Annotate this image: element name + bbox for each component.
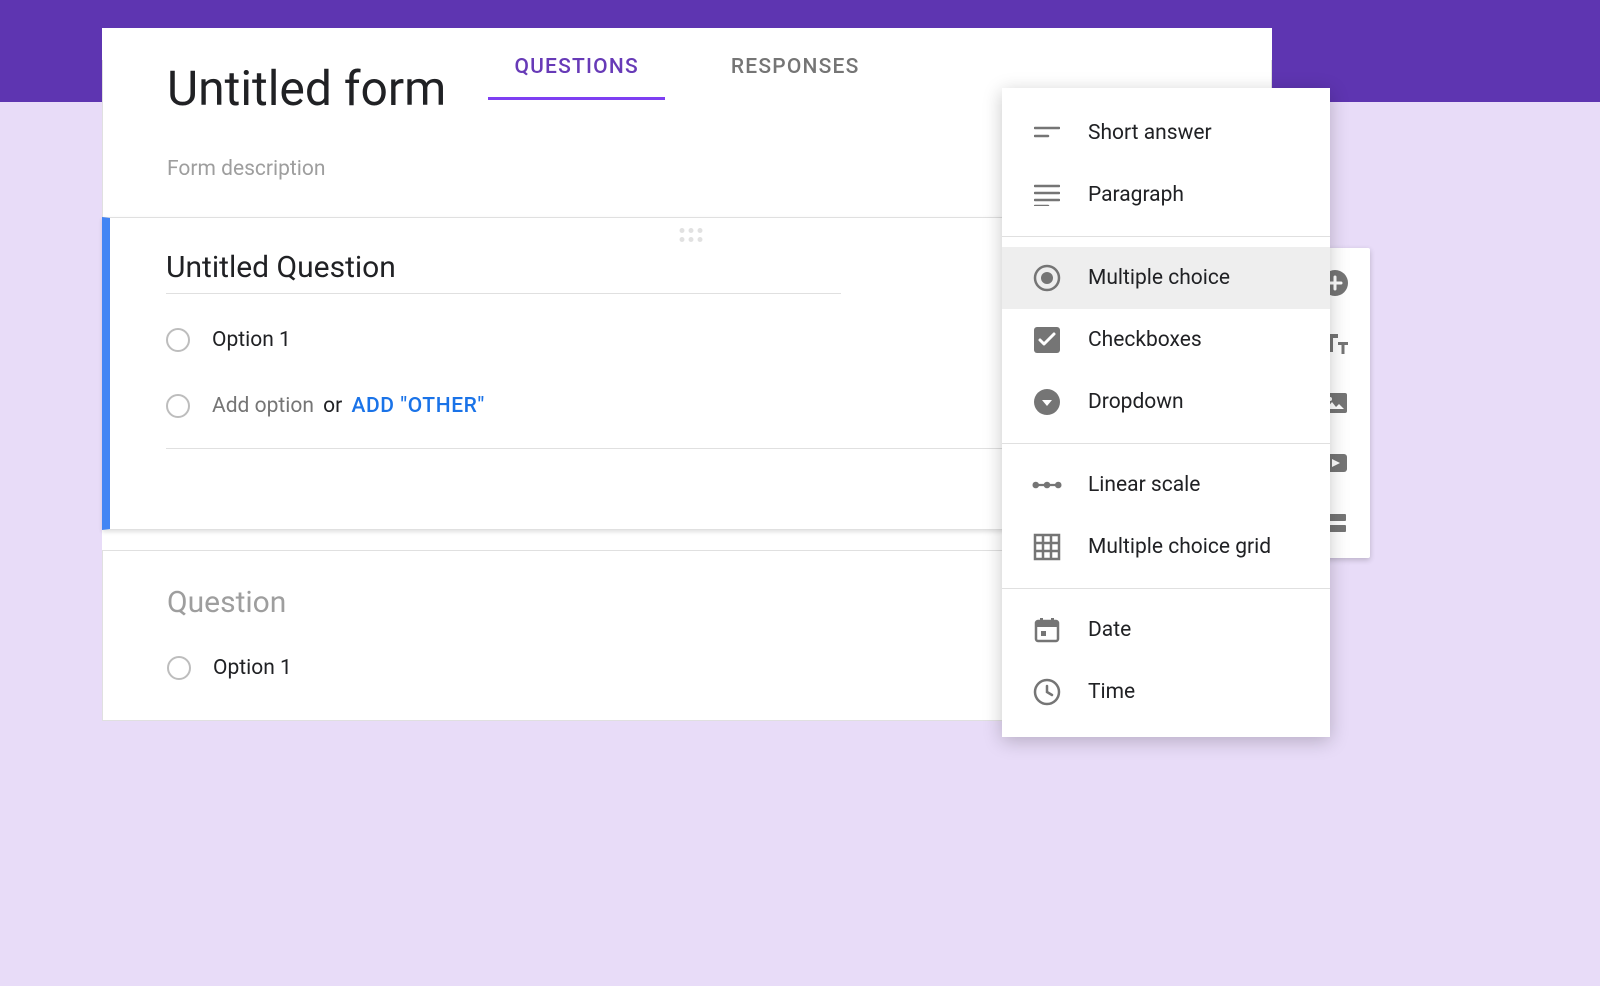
type-option-time[interactable]: Time (1002, 661, 1330, 723)
menu-divider (1002, 443, 1330, 444)
tab-questions[interactable]: QUESTIONS (488, 55, 664, 99)
grid-icon (1032, 532, 1062, 562)
type-option-checkboxes[interactable]: Checkboxes (1002, 309, 1330, 371)
type-label: Time (1088, 680, 1135, 704)
menu-divider (1002, 236, 1330, 237)
tab-responses[interactable]: RESPONSES (705, 55, 886, 99)
type-label: Dropdown (1088, 390, 1184, 414)
type-label: Multiple choice grid (1088, 535, 1271, 559)
type-option-date[interactable]: Date (1002, 599, 1330, 661)
checkbox-icon (1032, 325, 1062, 355)
option-label[interactable]: Option 1 (213, 656, 292, 680)
linear-scale-icon (1032, 470, 1062, 500)
dropdown-icon (1032, 387, 1062, 417)
type-option-short-answer[interactable]: Short answer (1002, 102, 1330, 164)
clock-icon (1032, 677, 1062, 707)
type-label: Date (1088, 618, 1131, 642)
question-title-input[interactable]: Untitled Question (166, 250, 841, 294)
add-other-button[interactable]: ADD "OTHER" (351, 394, 484, 418)
calendar-icon (1032, 615, 1062, 645)
radio-icon (166, 394, 190, 418)
type-option-multiple-choice-grid[interactable]: Multiple choice grid (1002, 516, 1330, 578)
type-label: Paragraph (1088, 183, 1184, 207)
type-label: Multiple choice (1088, 266, 1230, 290)
type-label: Checkboxes (1088, 328, 1202, 352)
type-option-multiple-choice[interactable]: Multiple choice (1002, 247, 1330, 309)
option-label[interactable]: Option 1 (212, 328, 291, 352)
type-option-dropdown[interactable]: Dropdown (1002, 371, 1330, 433)
drag-handle-icon[interactable] (679, 228, 702, 242)
add-option-button[interactable]: Add option (212, 394, 314, 418)
question-type-menu[interactable]: Short answer Paragraph Multiple choice (1002, 88, 1330, 737)
menu-divider (1002, 588, 1330, 589)
radio-selected-icon (1032, 263, 1062, 293)
radio-icon (166, 328, 190, 352)
type-option-linear-scale[interactable]: Linear scale (1002, 454, 1330, 516)
type-option-paragraph[interactable]: Paragraph (1002, 164, 1330, 226)
radio-icon (167, 656, 191, 680)
add-or-label: or (323, 394, 342, 418)
type-label: Linear scale (1088, 473, 1200, 497)
paragraph-icon (1032, 180, 1062, 210)
type-label: Short answer (1088, 121, 1212, 145)
short-answer-icon (1032, 118, 1062, 148)
